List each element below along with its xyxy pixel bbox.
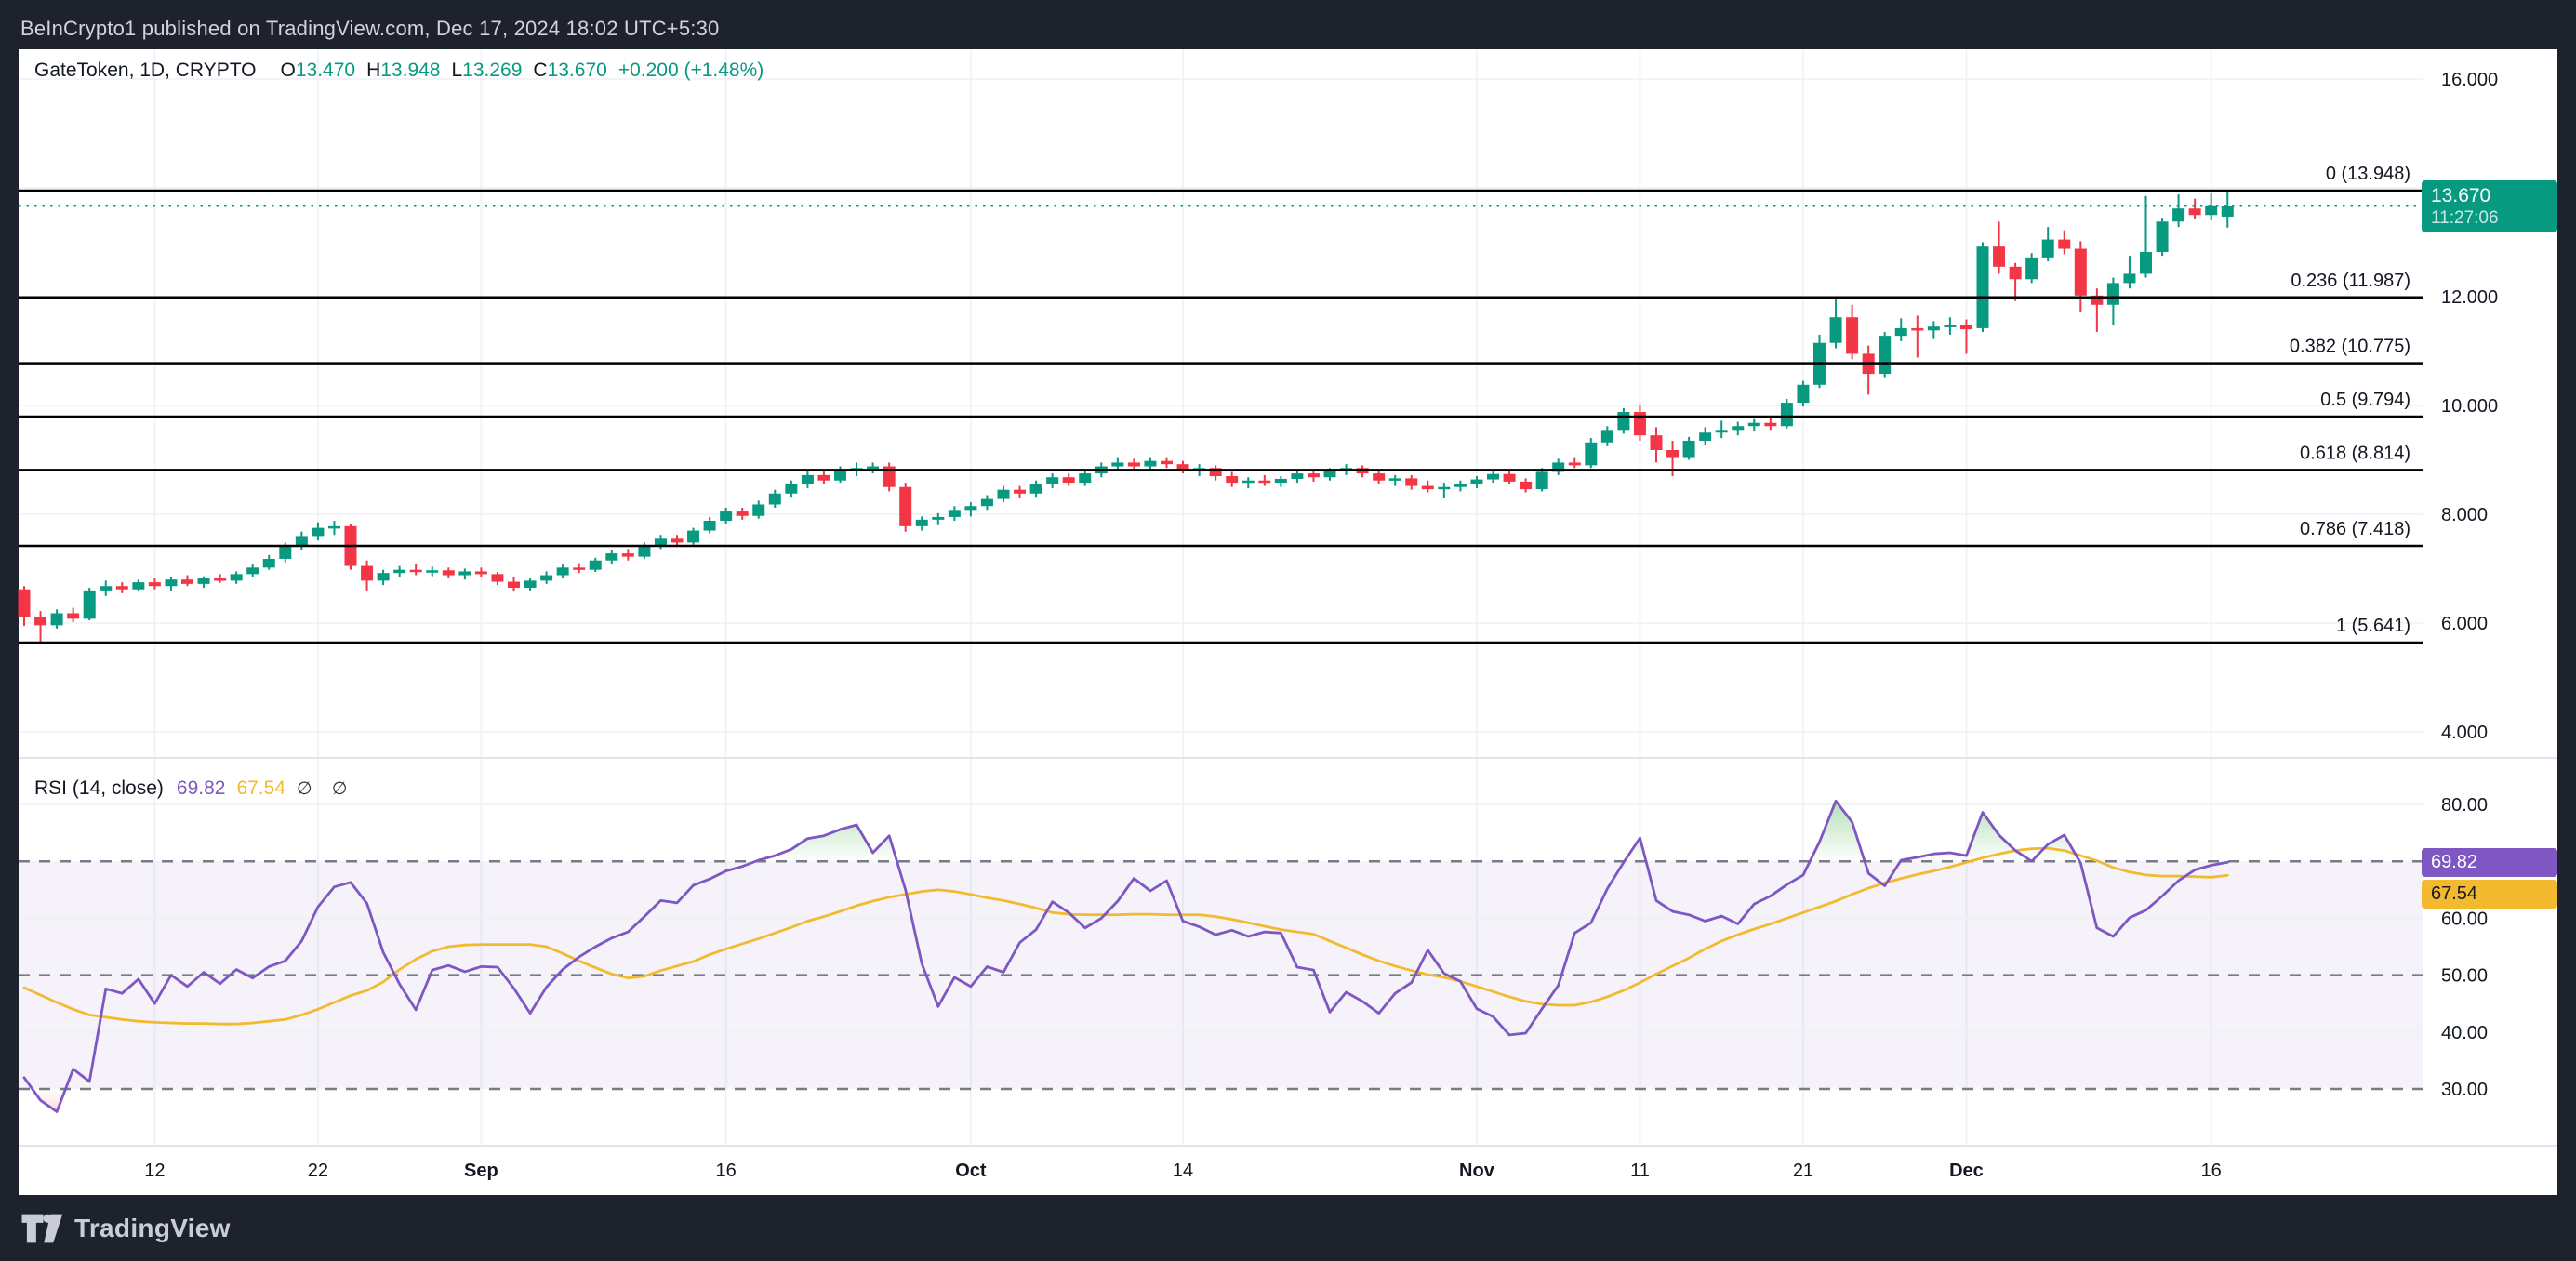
price-pane[interactable] [19, 49, 2423, 758]
tradingview-logo-text: TradingView [74, 1214, 231, 1243]
tradingview-published-chart: BeInCrypto1 published on TradingView.com… [0, 0, 2576, 1261]
footer-bar: TradingView [0, 1195, 2576, 1261]
tradingview-logo[interactable]: TradingView [0, 1212, 231, 1245]
price-scale[interactable] [2423, 49, 2557, 1146]
tradingview-logo-icon [20, 1212, 63, 1245]
rsi-pane[interactable] [19, 758, 2423, 1146]
time-scale[interactable] [19, 1146, 2557, 1195]
